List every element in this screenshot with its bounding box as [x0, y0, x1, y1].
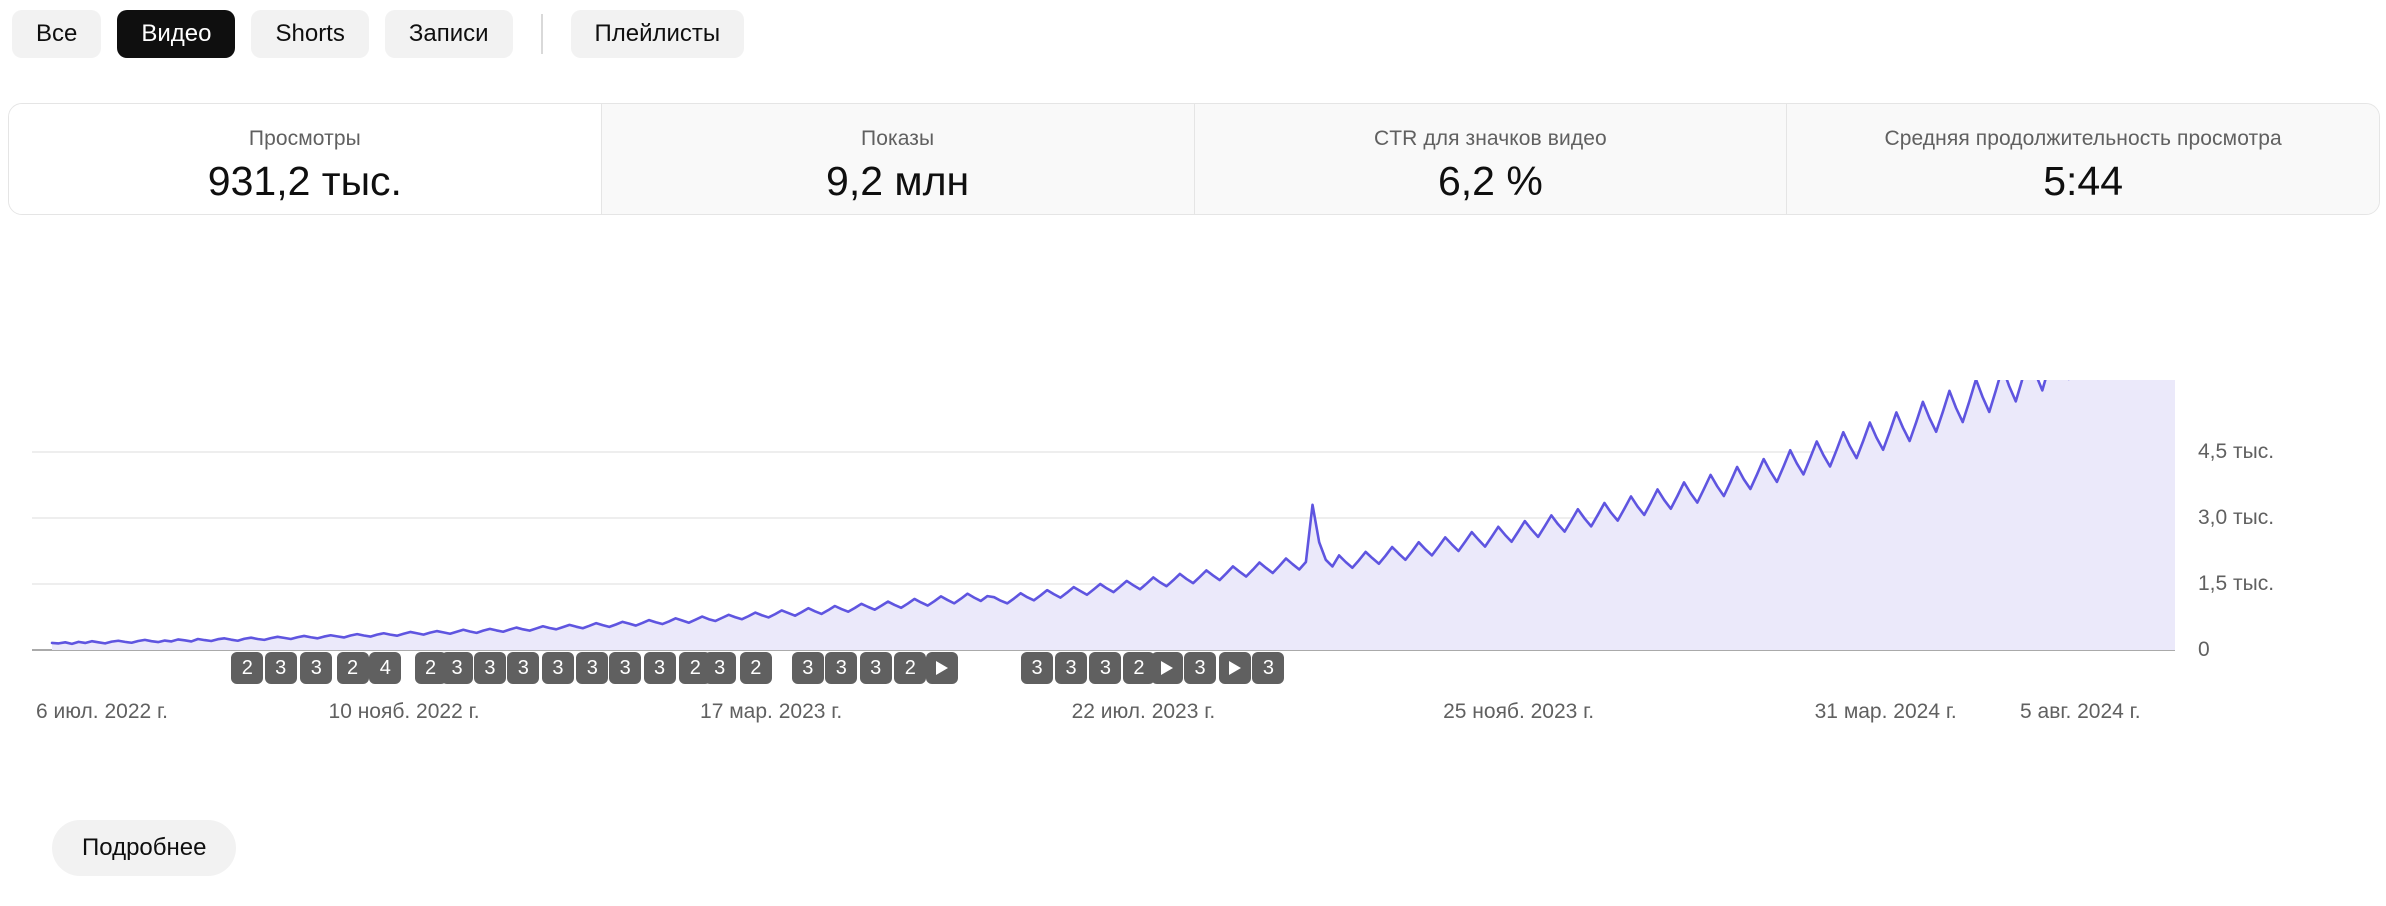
metric-label: Просмотры — [248, 127, 361, 150]
metric-value: 931,2 тыс. — [207, 158, 402, 204]
video-marker-count[interactable]: 3 — [643, 652, 676, 684]
filter-chip-video[interactable]: Видео — [117, 10, 236, 58]
metric-card-avg-view-duration[interactable]: Средняя продолжительность просмотра 5:44 — [1786, 104, 2379, 214]
video-marker-play-icon[interactable] — [1150, 652, 1183, 684]
video-marker-count[interactable]: 4 — [369, 652, 402, 684]
video-marker-count[interactable]: 3 — [1089, 652, 1122, 684]
analytics-page: Все Видео Shorts Записи Плейлисты Просмо… — [0, 0, 2386, 906]
metric-label: Показы — [861, 127, 935, 150]
video-marker-count[interactable]: 3 — [791, 652, 824, 684]
metric-card-impressions[interactable]: Показы 9,2 млн — [600, 104, 1194, 214]
metric-value: 5:44 — [2043, 158, 2124, 204]
video-marker-count[interactable]: 2 — [336, 652, 369, 684]
play-icon — [935, 661, 948, 675]
video-marker-count[interactable]: 3 — [1184, 652, 1217, 684]
video-marker-count[interactable]: 3 — [609, 652, 642, 684]
video-marker-count[interactable]: 3 — [541, 652, 574, 684]
video-marker-count[interactable]: 3 — [576, 652, 609, 684]
metric-label: Средняя продолжительность просмотра — [1884, 127, 2282, 150]
video-marker-count[interactable]: 3 — [300, 652, 333, 684]
video-marker-count[interactable]: 3 — [825, 652, 858, 684]
x-axis-tick-label: 31 мар. 2024 г. — [1814, 700, 1957, 723]
metric-value: 6,2 % — [1437, 158, 1543, 204]
metric-label: CTR для значков видео — [1373, 127, 1607, 150]
content-type-filter-bar: Все Видео Shorts Записи Плейлисты — [12, 6, 745, 62]
chart-x-axis: 6 июл. 2022 г. 10 нояб. 2022 г. 17 мар. 20… — [0, 698, 2386, 730]
play-icon — [1160, 661, 1173, 675]
video-marker-count[interactable]: 3 — [703, 652, 736, 684]
video-marker-play-icon[interactable] — [925, 652, 958, 684]
x-axis-tick-label: 6 июл. 2022 г. — [36, 700, 168, 723]
play-icon — [1228, 661, 1241, 675]
metric-card-strip: Просмотры 931,2 тыс. Показы 9,2 млн CTR … — [8, 103, 2380, 215]
see-more-button[interactable]: Подробнее — [52, 820, 237, 876]
filter-chip-playlists[interactable]: Плейлисты — [570, 10, 745, 58]
video-marker-count[interactable]: 3 — [441, 652, 474, 684]
video-marker-count[interactable]: 3 — [507, 652, 540, 684]
x-axis-tick-label: 22 июл. 2023 г. — [1071, 700, 1216, 723]
video-marker-count[interactable]: 2 — [231, 652, 264, 684]
chart-footer: Подробнее — [0, 820, 2386, 906]
video-marker-count[interactable]: 2 — [894, 652, 927, 684]
video-marker-count[interactable]: 3 — [1021, 652, 1054, 684]
chart-canvas[interactable] — [0, 380, 2386, 680]
x-axis-tick-label: 17 мар. 2023 г. — [700, 700, 843, 723]
x-axis-tick-label: 5 авг. 2024 г. — [2020, 700, 2141, 723]
x-axis-tick-label: 10 нояб. 2022 г. — [328, 700, 480, 723]
filter-chip-all[interactable]: Все — [12, 10, 102, 58]
video-marker-count[interactable]: 2 — [739, 652, 772, 684]
metric-value: 9,2 млн — [826, 158, 970, 204]
video-marker-count[interactable]: 3 — [264, 652, 297, 684]
video-marker-count[interactable]: 3 — [1055, 652, 1088, 684]
video-marker-count[interactable]: 3 — [473, 652, 506, 684]
x-axis-tick-label: 25 нояб. 2023 г. — [1443, 700, 1595, 723]
video-marker-count[interactable]: 3 — [1252, 652, 1285, 684]
filter-chip-shorts[interactable]: Shorts — [251, 10, 369, 58]
video-marker-count[interactable]: 3 — [859, 652, 892, 684]
video-publish-markers: 23324233333332323332333233 — [0, 652, 2386, 686]
filter-divider — [540, 14, 543, 54]
video-marker-play-icon[interactable] — [1218, 652, 1251, 684]
metric-card-ctr[interactable]: CTR для значков видео 6,2 % — [1193, 104, 1787, 214]
views-over-time-chart: 4,5 тыс. 3,0 тыс. 1,5 тыс. 0 23324233333332… — [0, 380, 2386, 760]
metric-card-views[interactable]: Просмотры 931,2 тыс. — [9, 104, 601, 214]
filter-chip-posts[interactable]: Записи — [384, 10, 513, 58]
